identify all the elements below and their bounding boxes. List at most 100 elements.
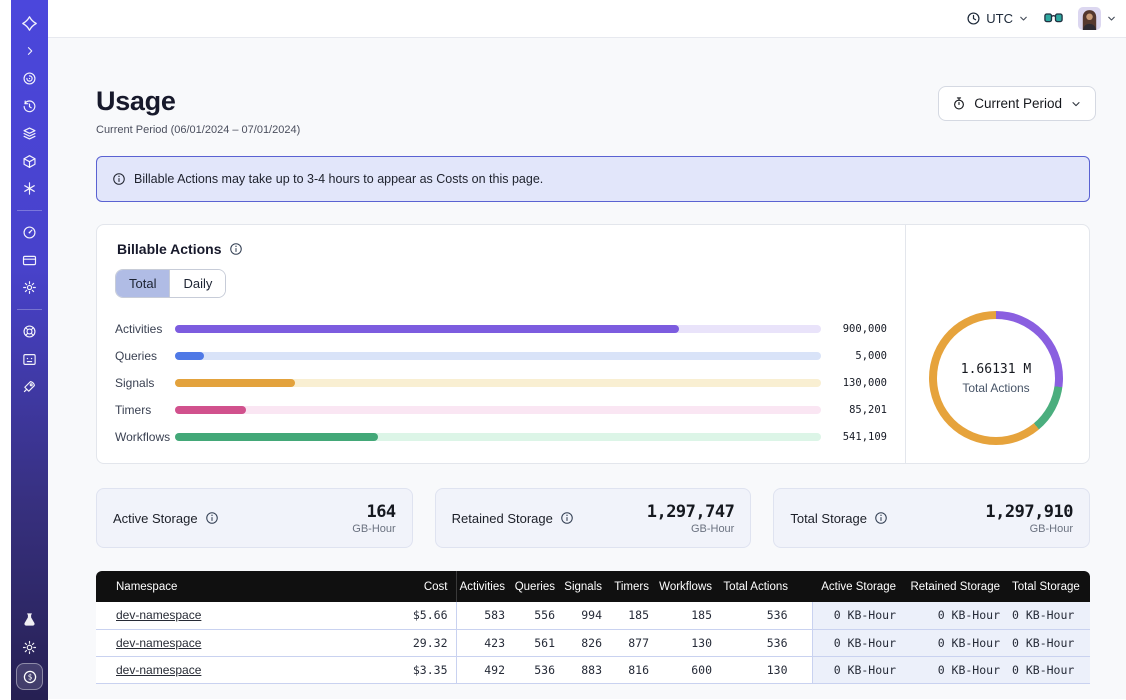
table-cell: 816	[605, 656, 652, 683]
namespace-link[interactable]: dev-namespace	[116, 663, 201, 677]
gear-icon[interactable]	[17, 275, 43, 301]
period-dropdown-button[interactable]: Current Period	[938, 86, 1096, 121]
donut-total-label: Total Actions	[962, 381, 1029, 395]
bar-fill	[175, 433, 378, 441]
column-header-activities: Activities	[456, 571, 508, 602]
storage-card-unit: GB-Hour	[985, 523, 1073, 535]
table-row: dev-namespace$3.354925368838166001300 KB…	[96, 656, 1090, 683]
bar-value: 5,000	[821, 350, 887, 362]
table-cell: 0 KB-Hour	[812, 629, 908, 656]
table-cell: 0 KB-Hour	[812, 656, 908, 683]
rocket-icon[interactable]	[17, 374, 43, 400]
table-cell: 561	[508, 629, 558, 656]
table-cell: 0 KB-Hour	[908, 629, 1012, 656]
storage-card-total-storage: Total Storage1,297,910GB-Hour	[773, 488, 1090, 548]
asterisk-icon[interactable]	[17, 176, 43, 202]
chevron-right-icon[interactable]	[17, 38, 43, 64]
page-subtitle: Current Period (06/01/2024 – 07/01/2024)	[96, 124, 300, 136]
billable-actions-card: Billable Actions TotalDaily Activities90…	[96, 224, 1090, 464]
bar-row-signals: Signals130,000	[115, 369, 887, 396]
bar-row-activities: Activities900,000	[115, 315, 887, 342]
storage-card-label: Retained Storage	[452, 511, 553, 526]
main-area: UTC Usage Current Period (06/01/2024 – 0…	[48, 0, 1126, 700]
column-header-signals: Signals	[558, 571, 605, 602]
table-cell: 0 KB-Hour	[1012, 656, 1090, 683]
namespaces-icon[interactable]	[17, 66, 43, 92]
info-icon[interactable]	[874, 511, 888, 525]
bar-track	[175, 406, 821, 414]
info-icon	[112, 172, 126, 186]
storage-card-label: Active Storage	[113, 511, 198, 526]
bar-label: Signals	[115, 376, 175, 390]
terminal-icon[interactable]	[17, 346, 43, 372]
info-icon[interactable]	[229, 242, 243, 256]
table-cell: 883	[558, 656, 605, 683]
table-cell: 130	[652, 629, 715, 656]
table-cell: 536	[715, 602, 812, 629]
bar-fill	[175, 379, 295, 387]
storage-card-unit: GB-Hour	[352, 523, 395, 535]
column-header-timers: Timers	[605, 571, 652, 602]
info-icon[interactable]	[205, 511, 219, 525]
namespace-cell[interactable]: dev-namespace	[96, 602, 368, 629]
sidebar-group-help	[17, 317, 43, 401]
layers-icon[interactable]	[17, 121, 43, 147]
namespace-usage-table: NamespaceCostActivitiesQueriesSignalsTim…	[96, 571, 1090, 684]
temporal-logo-icon[interactable]	[17, 11, 43, 37]
column-header-namespace: Namespace	[96, 571, 368, 602]
gauge-icon[interactable]	[17, 220, 43, 246]
avatar	[1078, 7, 1101, 30]
billable-actions-title: Billable Actions	[117, 241, 222, 257]
info-icon[interactable]	[560, 511, 574, 525]
credit-card-icon[interactable]	[17, 247, 43, 273]
sun-icon[interactable]	[16, 634, 42, 660]
tab-total[interactable]: Total	[116, 270, 169, 297]
namespace-link[interactable]: dev-namespace	[116, 636, 201, 650]
chevron-down-icon	[1106, 13, 1117, 24]
bar-row-queries: Queries5,000	[115, 342, 887, 369]
bar-value: 541,109	[821, 431, 887, 443]
sidebar-group-account	[17, 218, 43, 302]
dollar-coin-icon[interactable]: $	[16, 663, 43, 690]
column-header-workflows: Workflows	[652, 571, 715, 602]
namespace-cell[interactable]: dev-namespace	[96, 629, 368, 656]
bar-track	[175, 352, 821, 360]
timezone-label: UTC	[986, 11, 1013, 26]
column-header-total-storage: Total Storage	[1012, 571, 1090, 602]
column-header-total-actions: Total Actions	[715, 571, 812, 602]
tab-daily[interactable]: Daily	[169, 270, 225, 297]
storage-card-value: 1,297,747	[647, 502, 735, 522]
sidebar: $	[11, 0, 48, 700]
glasses-icon[interactable]	[1044, 12, 1063, 25]
namespace-link[interactable]: dev-namespace	[116, 608, 201, 622]
bar-track	[175, 379, 821, 387]
bar-value: 85,201	[821, 404, 887, 416]
topbar: UTC	[48, 0, 1126, 38]
table-cell: 600	[652, 656, 715, 683]
sidebar-divider	[17, 309, 42, 310]
bar-track	[175, 325, 821, 333]
storage-card-retained-storage: Retained Storage1,297,747GB-Hour	[435, 488, 752, 548]
cube-icon[interactable]	[17, 148, 43, 174]
user-menu[interactable]	[1078, 7, 1117, 30]
timezone-selector[interactable]: UTC	[966, 11, 1029, 26]
bar-label: Timers	[115, 403, 175, 417]
table-cell: 536	[715, 629, 812, 656]
lifebuoy-icon[interactable]	[17, 319, 43, 345]
sidebar-divider	[17, 210, 42, 211]
storage-card-active-storage: Active Storage164GB-Hour	[96, 488, 413, 548]
table-cell: 826	[558, 629, 605, 656]
billable-bars-chart: Activities900,000Queries5,000Signals130,…	[115, 315, 887, 450]
table-cell: 0 KB-Hour	[812, 602, 908, 629]
namespace-cell[interactable]: dev-namespace	[96, 656, 368, 683]
history-icon[interactable]	[17, 93, 43, 119]
info-banner-text: Billable Actions may take up to 3-4 hour…	[134, 172, 543, 186]
storage-summary-row: Active Storage164GB-Hour Retained Storage…	[96, 488, 1090, 548]
flask-icon[interactable]	[16, 607, 42, 633]
content: Usage Current Period (06/01/2024 – 07/01…	[48, 38, 1126, 699]
table-cell: 492	[456, 656, 508, 683]
stopwatch-icon	[952, 96, 966, 111]
table-cell: 29.32	[368, 629, 456, 656]
sidebar-group-bottom: $	[16, 605, 43, 690]
bar-label: Activities	[115, 322, 175, 336]
